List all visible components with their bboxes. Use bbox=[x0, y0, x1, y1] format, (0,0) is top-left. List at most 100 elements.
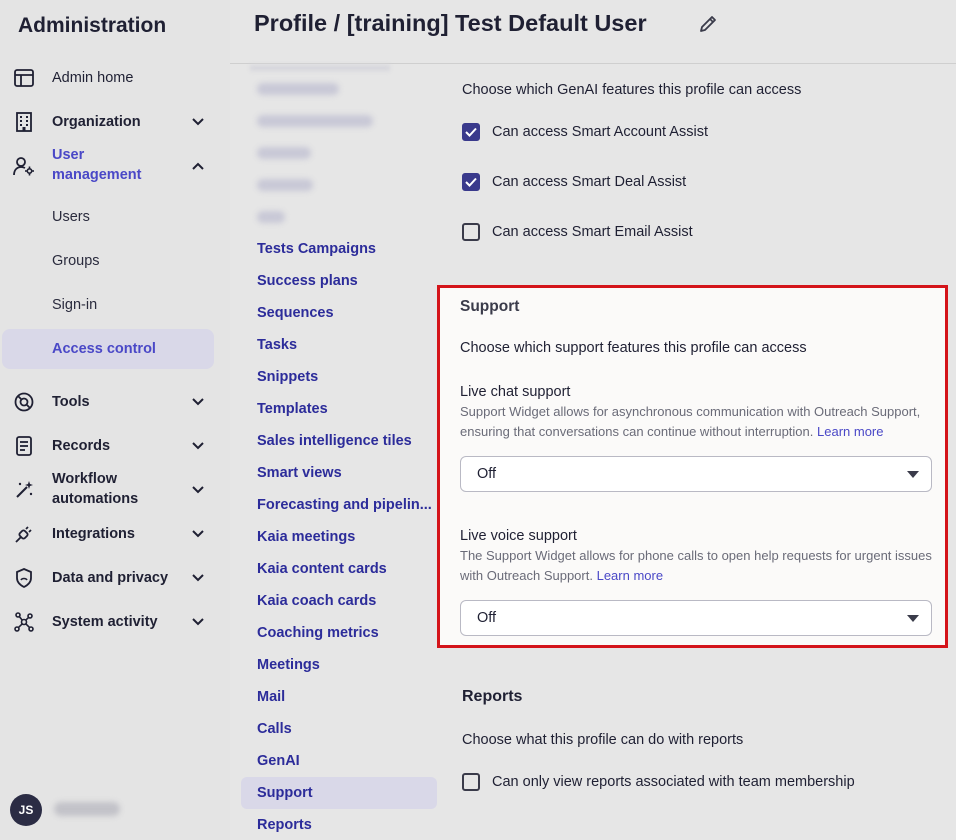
nav-system-activity[interactable]: System activity bbox=[0, 611, 230, 633]
chevron-down-icon bbox=[189, 437, 207, 455]
section-coaching-metrics[interactable]: Coaching metrics bbox=[257, 625, 379, 641]
section-tasks[interactable]: Tasks bbox=[257, 337, 297, 353]
genai-intro: Choose which GenAI features this profile… bbox=[462, 82, 802, 98]
admin-sidebar: Administration Admin home Organization U… bbox=[0, 0, 230, 840]
live-voice-title: Live voice support bbox=[460, 528, 577, 544]
caret-down-icon bbox=[907, 471, 919, 478]
section-sales-intelligence[interactable]: Sales intelligence tiles bbox=[257, 433, 412, 449]
checkbox-checked[interactable] bbox=[462, 173, 480, 191]
live-chat-select[interactable]: Off bbox=[460, 456, 932, 492]
user-settings-icon bbox=[13, 155, 35, 177]
section-nav: Tests Campaigns Success plans Sequences … bbox=[230, 65, 442, 840]
live-chat-description: Support Widget allows for asynchronous c… bbox=[460, 402, 935, 442]
chevron-down-icon bbox=[189, 481, 207, 499]
section-mail[interactable]: Mail bbox=[257, 689, 285, 705]
nav-workflow-line1: Workflow bbox=[52, 471, 117, 487]
chevron-down-icon bbox=[189, 393, 207, 411]
checkbox-unchecked[interactable] bbox=[462, 223, 480, 241]
nav-workflow-automations[interactable]: Workflow automations bbox=[0, 469, 230, 511]
live-voice-learn-more-link[interactable]: Learn more bbox=[597, 568, 663, 583]
nav-records-label: Records bbox=[52, 438, 111, 454]
live-voice-desc-text: The Support Widget allows for phone call… bbox=[460, 548, 932, 583]
section-success-plans[interactable]: Success plans bbox=[257, 273, 358, 289]
section-smart-views[interactable]: Smart views bbox=[257, 465, 342, 481]
reports-intro: Choose what this profile can do with rep… bbox=[462, 732, 744, 748]
nav-organization[interactable]: Organization bbox=[0, 111, 230, 133]
section-support[interactable]: Support bbox=[257, 785, 313, 801]
subnav-access-control[interactable]: Access control bbox=[52, 341, 156, 357]
chevron-up-icon bbox=[189, 157, 207, 175]
records-icon bbox=[13, 435, 35, 457]
checkbox-label: Can access Smart Account Assist bbox=[492, 124, 708, 140]
section-genai[interactable]: GenAI bbox=[257, 753, 300, 769]
section-meetings[interactable]: Meetings bbox=[257, 657, 320, 673]
nav-tools-label: Tools bbox=[52, 394, 90, 410]
section-templates[interactable]: Templates bbox=[257, 401, 328, 417]
nav-integrations[interactable]: Integrations bbox=[0, 523, 230, 545]
chevron-down-icon bbox=[189, 113, 207, 131]
section-item-redacted[interactable] bbox=[257, 115, 373, 127]
nav-user-management-label: User management bbox=[52, 145, 141, 185]
subnav-users[interactable]: Users bbox=[52, 209, 90, 225]
section-reports[interactable]: Reports bbox=[257, 817, 312, 833]
section-kaia-coach-cards[interactable]: Kaia coach cards bbox=[257, 593, 376, 609]
live-voice-description: The Support Widget allows for phone call… bbox=[460, 546, 935, 586]
magic-wand-icon bbox=[13, 479, 35, 501]
checkbox-row-smart-email[interactable]: Can access Smart Email Assist bbox=[462, 223, 693, 241]
layout-icon bbox=[13, 67, 35, 89]
support-section-highlight: Support Choose which support features th… bbox=[437, 285, 948, 648]
section-item-redacted[interactable] bbox=[257, 83, 339, 95]
page-title: Profile / [training] Test Default User bbox=[254, 10, 647, 36]
nav-data-privacy[interactable]: Data and privacy bbox=[0, 567, 230, 589]
checkbox-row-team-membership[interactable]: Can only view reports associated with te… bbox=[462, 773, 855, 791]
section-item-redacted[interactable] bbox=[257, 147, 311, 159]
subnav-groups[interactable]: Groups bbox=[52, 253, 100, 269]
section-item-redacted[interactable] bbox=[257, 211, 285, 223]
checkbox-row-smart-account[interactable]: Can access Smart Account Assist bbox=[462, 123, 708, 141]
section-forecasting[interactable]: Forecasting and pipelin... bbox=[257, 497, 432, 513]
live-voice-select-value: Off bbox=[477, 610, 497, 626]
subnav-sign-in[interactable]: Sign-in bbox=[52, 297, 97, 313]
nav-records[interactable]: Records bbox=[0, 435, 230, 457]
checkbox-unchecked[interactable] bbox=[462, 773, 480, 791]
nav-integrations-label: Integrations bbox=[52, 526, 135, 542]
support-intro: Choose which support features this profi… bbox=[460, 340, 807, 356]
chevron-down-icon bbox=[189, 525, 207, 543]
checkbox-label: Can access Smart Email Assist bbox=[492, 224, 693, 240]
nav-user-management[interactable]: User management bbox=[0, 145, 230, 187]
nav-data-privacy-label: Data and privacy bbox=[52, 570, 169, 586]
plug-icon bbox=[13, 523, 35, 545]
section-item-redacted[interactable] bbox=[257, 179, 313, 191]
admin-title: Administration bbox=[18, 14, 167, 37]
reports-heading: Reports bbox=[462, 688, 523, 705]
nav-system-activity-label: System activity bbox=[52, 614, 158, 630]
nav-admin-home[interactable]: Admin home bbox=[0, 67, 230, 89]
pencil-icon[interactable] bbox=[698, 14, 720, 36]
section-tests-campaigns[interactable]: Tests Campaigns bbox=[257, 241, 376, 257]
checkbox-label: Can only view reports associated with te… bbox=[492, 774, 855, 790]
section-kaia-meetings[interactable]: Kaia meetings bbox=[257, 529, 355, 545]
section-sequences[interactable]: Sequences bbox=[257, 305, 334, 321]
nav-workflow-label: Workflow automations bbox=[52, 469, 138, 509]
section-kaia-content-cards[interactable]: Kaia content cards bbox=[257, 561, 387, 577]
nav-user-management-line2: management bbox=[52, 167, 142, 183]
live-chat-learn-more-link[interactable]: Learn more bbox=[817, 424, 883, 439]
nav-tools[interactable]: Tools bbox=[0, 391, 230, 413]
scroll-fade bbox=[250, 65, 390, 71]
chevron-down-icon bbox=[189, 569, 207, 587]
nav-user-management-line1: User bbox=[52, 147, 85, 163]
checkbox-row-smart-deal[interactable]: Can access Smart Deal Assist bbox=[462, 173, 686, 191]
live-voice-select[interactable]: Off bbox=[460, 600, 932, 636]
user-name-redacted bbox=[54, 802, 120, 816]
caret-down-icon bbox=[907, 615, 919, 622]
building-icon bbox=[13, 111, 35, 133]
section-snippets[interactable]: Snippets bbox=[257, 369, 318, 385]
nav-admin-home-label: Admin home bbox=[52, 70, 134, 86]
nav-organization-label: Organization bbox=[52, 114, 141, 130]
nav-workflow-line2: automations bbox=[52, 491, 139, 507]
avatar[interactable]: JS bbox=[10, 794, 42, 826]
live-chat-title: Live chat support bbox=[460, 384, 571, 400]
checkbox-checked[interactable] bbox=[462, 123, 480, 141]
section-calls[interactable]: Calls bbox=[257, 721, 292, 737]
live-chat-select-value: Off bbox=[477, 466, 497, 482]
